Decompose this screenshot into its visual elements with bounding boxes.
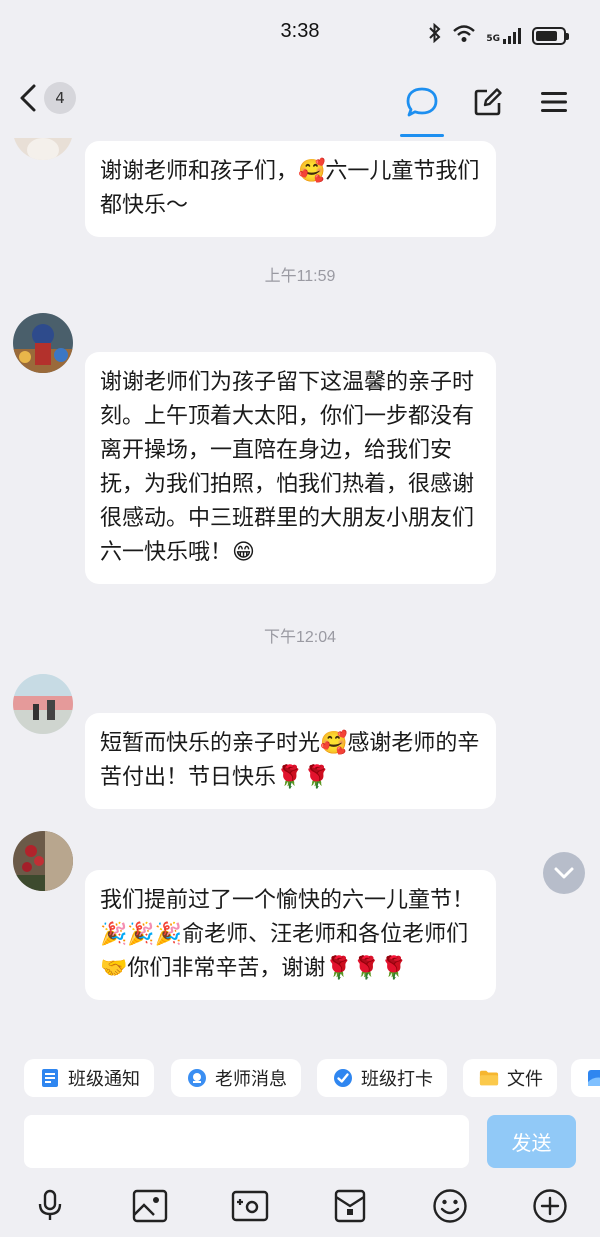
quick-action-bar: 班级通知 老师消息 班级打卡 文件: [0, 1050, 600, 1108]
teacher-message-button[interactable]: 老师消息: [171, 1059, 301, 1097]
input-row: 发送: [0, 1108, 600, 1178]
chip-label: 老师消息: [215, 1069, 287, 1090]
more-quick-action-button[interactable]: [571, 1059, 600, 1097]
red-packet-icon[interactable]: [330, 1186, 370, 1226]
status-icons: 5G: [428, 22, 569, 48]
message-bubble[interactable]: 短暂而快乐的亲子时光🥰感谢老师的辛苦付出！节日快乐🌹🌹: [85, 713, 496, 809]
chevron-down-icon: [554, 867, 574, 879]
folder-icon: [479, 1068, 499, 1088]
battery-icon: [532, 26, 569, 45]
check-in-button[interactable]: 班级打卡: [317, 1059, 447, 1097]
status-bar: 3:38 5G: [0, 0, 600, 70]
album-icon: [587, 1068, 600, 1088]
check-in-icon: [333, 1068, 353, 1088]
avatar[interactable]: [13, 138, 73, 160]
message-text: 我们提前过了一个愉快的六一儿童节！🎉🎉🎉俞老师、汪老师和各位老师们🤝你们非常辛苦…: [100, 888, 475, 981]
bluetooth-icon: [428, 22, 442, 48]
message-input[interactable]: [24, 1115, 469, 1168]
unread-count-badge: 4: [44, 82, 76, 114]
back-arrow-icon: [20, 84, 36, 112]
chat-bubble-icon[interactable]: [400, 84, 444, 137]
message-text: 短暂而快乐的亲子时光🥰感谢老师的辛苦付出！节日快乐🌹🌹: [100, 731, 480, 790]
input-toolbar: [0, 1178, 600, 1237]
scroll-to-bottom-button[interactable]: [543, 852, 585, 894]
class-notice-button[interactable]: 班级通知: [24, 1059, 154, 1097]
send-button[interactable]: 发送: [487, 1115, 576, 1168]
avatar[interactable]: [13, 313, 73, 373]
avatar[interactable]: [13, 674, 73, 734]
wifi-icon: [452, 24, 476, 47]
battery-level: [536, 30, 557, 41]
avatar[interactable]: [13, 831, 73, 891]
plus-icon[interactable]: [530, 1186, 570, 1226]
timestamp: 上午11:59: [264, 268, 336, 285]
chat-area[interactable]: 谢谢老师和孩子们，🥰六一儿童节我们都快乐～ 上午11:59 谢谢老师们为孩子留下…: [0, 138, 600, 1050]
signal-icon: 5G: [486, 27, 522, 44]
message-bubble[interactable]: 谢谢老师们为孩子留下这温馨的亲子时刻。上午顶着大太阳，你们一步都没有离开操场，一…: [85, 352, 496, 584]
microphone-icon[interactable]: [30, 1186, 70, 1226]
message-bubble[interactable]: 谢谢老师和孩子们，🥰六一儿童节我们都快乐～: [85, 141, 496, 237]
notice-icon: [40, 1068, 60, 1088]
chip-label: 文件: [507, 1069, 543, 1090]
menu-icon[interactable]: [536, 84, 572, 120]
message-text: 谢谢老师们为孩子留下这温馨的亲子时刻。上午顶着大太阳，你们一步都没有离开操场，一…: [100, 370, 475, 565]
message-text: 谢谢老师和孩子们，🥰六一儿童节我们都快乐～: [100, 159, 480, 218]
chip-label: 班级打卡: [361, 1069, 433, 1090]
network-type: 5G: [486, 33, 500, 44]
timestamp: 下午12:04: [263, 629, 337, 646]
teacher-message-icon: [187, 1068, 207, 1088]
image-icon[interactable]: [130, 1186, 170, 1226]
camera-icon[interactable]: [230, 1186, 270, 1226]
nav-bar: 4: [0, 70, 600, 138]
chip-label: 班级通知: [68, 1069, 140, 1090]
files-button[interactable]: 文件: [463, 1059, 557, 1097]
nav-actions: [400, 84, 572, 137]
emoji-icon[interactable]: [430, 1186, 470, 1226]
edit-icon[interactable]: [470, 84, 506, 120]
message-bubble[interactable]: 我们提前过了一个愉快的六一儿童节！🎉🎉🎉俞老师、汪老师和各位老师们🤝你们非常辛苦…: [85, 870, 496, 1000]
back-button[interactable]: 4: [18, 82, 76, 114]
